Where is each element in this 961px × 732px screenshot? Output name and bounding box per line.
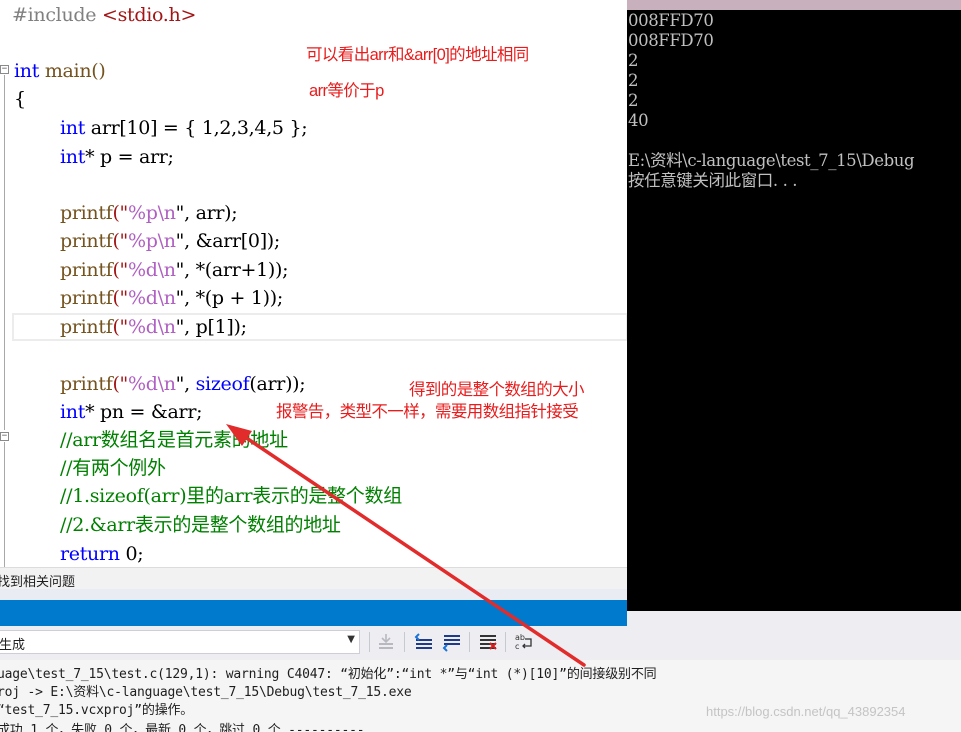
toolbar-separator	[369, 632, 370, 652]
annotation-arr-equals-p: arr等价于p	[309, 82, 384, 100]
output-line: uage\test_7_15\test.c(129,1): warning C4…	[0, 667, 657, 682]
fold-guide	[4, 442, 5, 567]
watermark: https://blog.csdn.net/qq_43892354	[706, 704, 906, 719]
toolbar-separator	[404, 632, 405, 652]
code-line: printf("%d\n", *(arr+1));	[60, 259, 289, 281]
console-line: 2	[628, 51, 639, 70]
toolbar-separator	[469, 632, 470, 652]
previous-message-icon[interactable]	[413, 631, 435, 653]
toolbar-separator	[505, 632, 506, 652]
code-line: printf("%d\n", p[1]);	[60, 316, 247, 338]
show-output-from-dropdown[interactable]: 生成 ▼	[0, 630, 360, 654]
code-line: return 0;	[60, 543, 144, 565]
console-line: E:\资料\c-language\test_7_15\Debug	[628, 151, 915, 170]
console-line: 按任意键关闭此窗口. . .	[628, 171, 798, 190]
output-line: “test_7_15.vcxproj”的操作。	[0, 703, 194, 718]
annotation-warning-note: 报警告，类型不一样，需要用数组指针接受	[276, 403, 579, 421]
find-message-icon[interactable]	[375, 631, 397, 653]
console-line: 40	[628, 111, 649, 130]
fold-toggle-icon[interactable]: −	[0, 432, 9, 441]
dropdown-value: 生成	[0, 637, 26, 652]
output-panel[interactable]: uage\test_7_15\test.c(129,1): warning C4…	[0, 660, 961, 732]
chevron-down-icon: ▼	[347, 634, 355, 645]
code-line: #include <stdio.h>	[12, 4, 197, 26]
code-comment: //arr数组名是首元素的地址	[60, 429, 288, 451]
output-line: roj -> E:\资料\c-language\test_7_15\Debug\…	[0, 685, 412, 700]
console-line: 2	[628, 91, 639, 110]
svg-text:c: c	[515, 642, 519, 651]
console-line: 008FFD70	[628, 31, 714, 50]
output-line: 成功 1 个，失败 0 个，最新 0 个，跳过 0 个 ----------	[0, 723, 365, 732]
fold-guide	[4, 75, 5, 430]
code-line: printf("%p\n", arr);	[60, 202, 238, 224]
clear-all-icon[interactable]	[477, 631, 499, 653]
code-line: int* p = arr;	[60, 146, 174, 168]
output-toolbar: 生成 ▼ ab c	[0, 626, 961, 660]
code-line: printf("%p\n", &arr[0]);	[60, 230, 281, 252]
console-window[interactable]: 008FFD70 008FFD70 2 2 2 40 E:\资料\c-langu…	[627, 0, 961, 611]
word-wrap-icon[interactable]: ab c	[513, 631, 535, 653]
toolbar-strip	[627, 611, 961, 626]
panel-header-bar	[0, 600, 627, 626]
code-line: printf("%d\n", sizeof(arr));	[60, 373, 306, 395]
console-title-bar[interactable]	[627, 0, 961, 10]
code-line: {	[14, 88, 26, 110]
code-line: int main()	[14, 60, 106, 82]
code-line: int arr[10] = { 1,2,3,4,5 };	[60, 117, 308, 139]
find-related-issues-link[interactable]: 找到相关问题	[0, 567, 627, 589]
code-comment: //有两个例外	[60, 457, 166, 479]
code-comment: //1.sizeof(arr)里的arr表示的是整个数组	[60, 485, 402, 507]
next-message-icon[interactable]	[441, 631, 463, 653]
panel-gap	[0, 589, 627, 600]
code-editor[interactable]: − − #include <stdio.h> int main() { int …	[0, 0, 628, 567]
annotation-address-same: 可以看出arr和&arr[0]的地址相同	[306, 46, 529, 64]
console-line: 2	[628, 71, 639, 90]
svg-text:ab: ab	[515, 633, 525, 642]
annotation-sizeof: 得到的是整个数组的大小	[409, 381, 585, 399]
fold-toggle-icon[interactable]: −	[0, 65, 9, 74]
code-line: int* pn = &arr;	[60, 401, 203, 423]
code-comment: //2.&arr表示的是整个数组的地址	[60, 514, 341, 536]
find-related-label[interactable]: 找到相关问题	[0, 571, 75, 590]
console-line: 008FFD70	[628, 11, 714, 30]
code-line: printf("%d\n", *(p + 1));	[60, 287, 283, 309]
